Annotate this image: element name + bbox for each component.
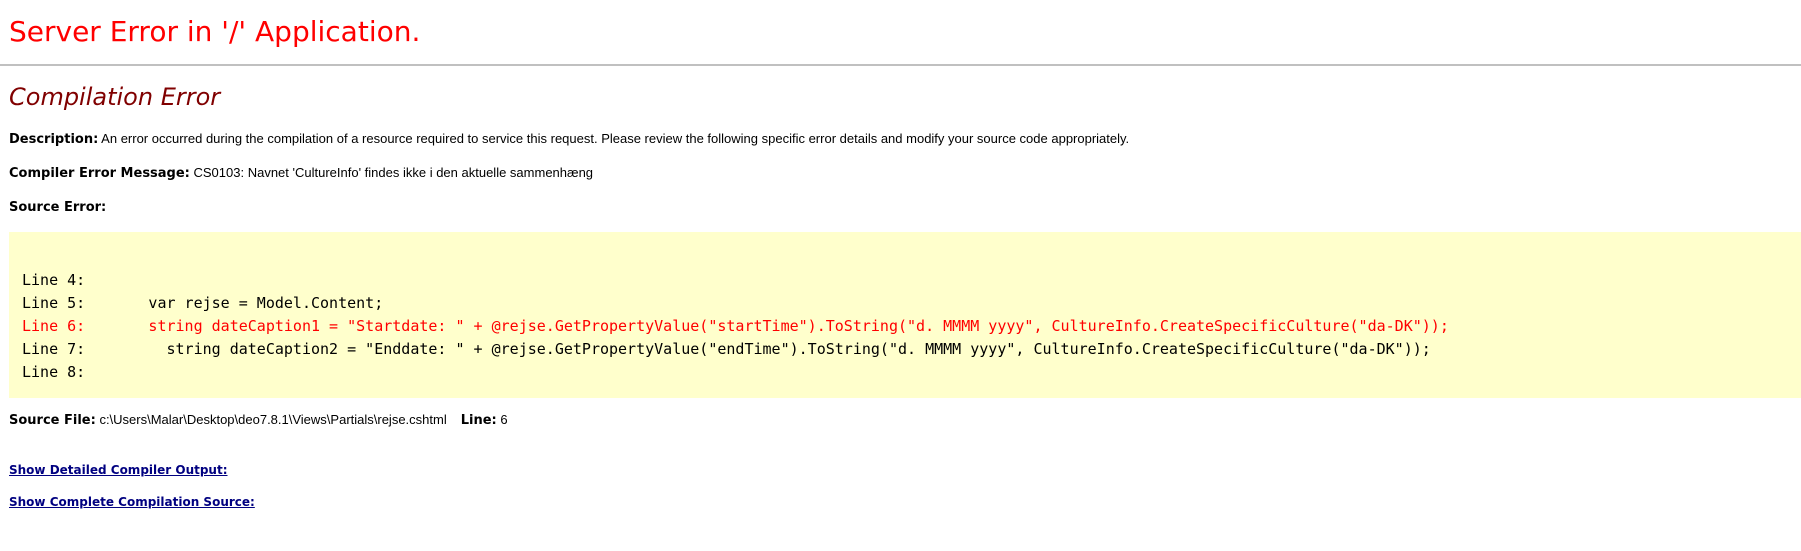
- show-detailed-compiler-output-link[interactable]: Show Detailed Compiler Output:: [9, 463, 1801, 477]
- error-page: Server Error in '/' Application. Compila…: [0, 0, 1801, 509]
- code-line: Line 4:: [22, 271, 86, 289]
- compiler-error-text: CS0103: Navnet 'CultureInfo' findes ikke…: [189, 165, 594, 180]
- source-code-block: Line 4: Line 5: var rejse = Model.Content…: [9, 232, 1801, 398]
- code-line: Line 7: string dateCaption2 = "Enddate: …: [22, 340, 1431, 358]
- line-label: Line:: [460, 413, 497, 428]
- divider: [0, 64, 1801, 66]
- description-line: Description: An error occurred during th…: [9, 131, 1801, 147]
- error-subtitle: Compilation Error: [9, 83, 221, 111]
- source-file-label: Source File:: [9, 413, 96, 428]
- line-number: 6: [496, 412, 508, 427]
- source-file-path: c:\Users\Malar\Desktop\deo7.8.1\Views\Pa…: [95, 412, 447, 427]
- code-line-error: Line 6: string dateCaption1 = "Startdate…: [22, 317, 1449, 335]
- source-error-heading: Source Error:: [9, 199, 1801, 215]
- code-line: Line 8:: [22, 363, 86, 381]
- description-text: An error occurred during the compilation…: [98, 131, 1130, 146]
- source-error-label: Source Error:: [9, 200, 107, 215]
- compiler-error-label: Compiler Error Message:: [9, 166, 190, 181]
- compiler-error-line: Compiler Error Message: CS0103: Navnet '…: [9, 165, 1801, 181]
- code-line: Line 5: var rejse = Model.Content;: [22, 294, 384, 312]
- description-label: Description:: [9, 132, 99, 147]
- source-file-line: Source File: c:\Users\Malar\Desktop\deo7…: [9, 412, 1801, 428]
- page-title: Server Error in '/' Application.: [9, 15, 421, 48]
- show-complete-compilation-source-link[interactable]: Show Complete Compilation Source:: [9, 495, 1801, 509]
